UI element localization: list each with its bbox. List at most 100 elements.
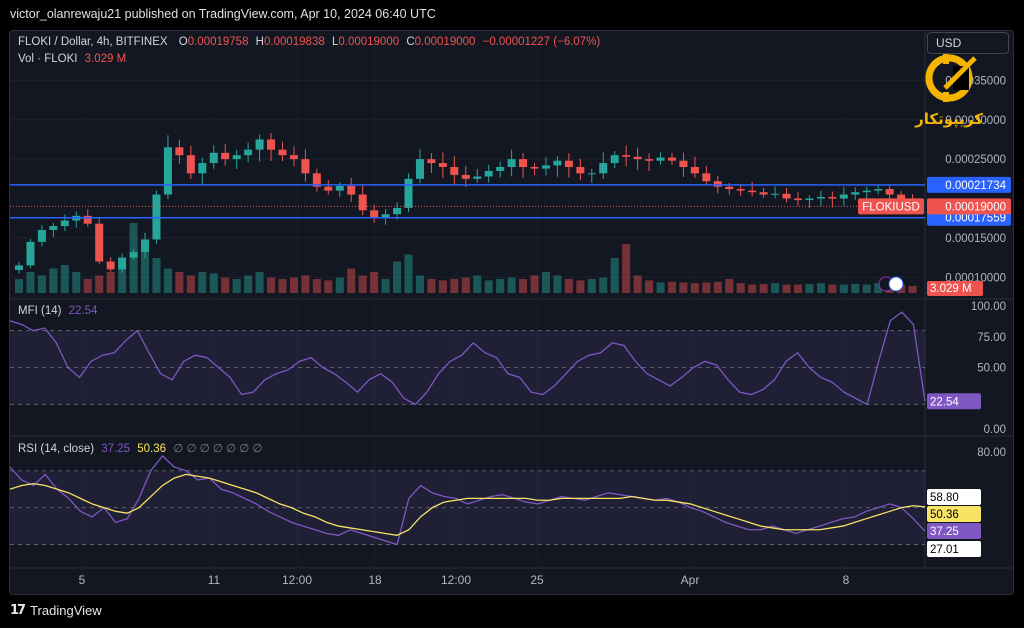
candle-body xyxy=(828,196,837,199)
chart-frame[interactable]: 0.00035000 0.00030000 0.00025000 0.00015000… xyxy=(9,30,1014,595)
candle-body xyxy=(427,159,436,164)
candle-body xyxy=(759,192,768,195)
volume-bar xyxy=(782,284,791,293)
volume-bar xyxy=(690,283,699,293)
candle-body xyxy=(599,163,608,174)
candle-body xyxy=(576,167,585,174)
volume-bar xyxy=(622,244,631,293)
watermark-coin-icon xyxy=(925,54,977,102)
candle-body xyxy=(885,189,894,195)
time-tick-label: 12:00 xyxy=(282,573,312,587)
symbol-label[interactable]: FLOKI / Dollar, 4h, BITFINEX xyxy=(18,36,168,48)
volume-bar xyxy=(95,275,104,293)
mfi-value-tag-label: 22.54 xyxy=(930,396,959,408)
mfi-label[interactable]: MFI (14) xyxy=(18,305,61,317)
candle-body xyxy=(129,252,138,258)
candle-body xyxy=(782,193,791,199)
volume-bar xyxy=(152,258,161,293)
rsi-label[interactable]: RSI (14, close) xyxy=(18,443,94,455)
volume-bar xyxy=(72,272,81,293)
level-price-label: 0.00017559 xyxy=(945,213,1006,225)
close-label: C xyxy=(406,36,415,48)
candle-body xyxy=(415,159,424,179)
candle-body xyxy=(289,155,298,160)
candle-body xyxy=(163,147,172,195)
volume-bar xyxy=(106,272,115,293)
volume-bar xyxy=(26,272,35,293)
volume-bar xyxy=(507,277,516,293)
candle-body xyxy=(26,241,35,266)
rsi-extra-values: ∅ ∅ ∅ ∅ ∅ ∅ ∅ xyxy=(173,443,263,455)
volume-bar xyxy=(828,284,837,293)
rsi-last-tag-label: 37.25 xyxy=(930,526,959,538)
level-price-label: 0.00021734 xyxy=(945,180,1006,192)
volume-bar xyxy=(60,265,69,293)
low-value: 0.00019000 xyxy=(338,36,400,48)
time-tick-label: 25 xyxy=(530,573,544,587)
volume-bar xyxy=(759,283,768,293)
brand-name: TradingView xyxy=(30,603,102,618)
volume-bar xyxy=(347,268,356,293)
price-pane xyxy=(10,133,925,293)
volume-bar xyxy=(427,279,436,293)
volume-bar xyxy=(244,275,253,293)
volume-tag-label: 3.029 M xyxy=(930,283,972,295)
volume-bar xyxy=(610,258,619,293)
volume-bar xyxy=(324,280,333,293)
candle-body xyxy=(381,214,390,218)
volume-bar xyxy=(175,272,184,293)
candle-body xyxy=(610,155,619,164)
volume-bar xyxy=(438,280,447,293)
volume-bar xyxy=(587,279,596,293)
watermark-logo: کریپوتکار xyxy=(905,48,993,138)
candle-body xyxy=(507,159,516,167)
change-value: −0.00001227 (−6.07%) xyxy=(482,36,601,48)
volume-bar xyxy=(312,279,321,293)
rsi-ma-tag-label: 50.36 xyxy=(930,509,959,521)
volume-bar xyxy=(530,275,539,293)
high-label: H xyxy=(255,36,264,48)
candle-body xyxy=(553,160,562,166)
chart-canvas[interactable]: 0.000350000.000300000.000250000.00015000… xyxy=(10,31,1013,594)
candle-body xyxy=(713,181,722,187)
rsi-legend: RSI (14, close) 37.25 50.36 ∅ ∅ ∅ ∅ ∅ ∅ … xyxy=(18,441,263,455)
volume-bar xyxy=(198,272,207,293)
time-axis: 5 11 12:00 18 12:00 25 Apr 8 xyxy=(79,573,850,587)
volume-bar xyxy=(37,275,46,293)
volume-bar xyxy=(450,279,459,293)
price-tick-label: 0.00025000 xyxy=(945,154,1006,166)
candle-body xyxy=(622,155,631,157)
volume-bar xyxy=(839,284,848,293)
candle-body xyxy=(198,163,207,174)
volume-label[interactable]: Vol · FLOKI xyxy=(18,53,77,65)
candle-body xyxy=(805,198,814,201)
candle-body xyxy=(141,239,150,253)
candle-body xyxy=(301,159,310,174)
candle-body xyxy=(690,167,699,174)
candle-body xyxy=(267,139,276,150)
candle-body xyxy=(473,176,482,179)
volume-bar xyxy=(381,279,390,293)
candle-body xyxy=(95,223,104,262)
rsi-tick-label: 80.00 xyxy=(977,447,1006,459)
candle-body xyxy=(324,186,333,191)
mfi-value: 22.54 xyxy=(68,305,98,317)
volume-bar xyxy=(679,282,688,293)
volume-bar xyxy=(404,254,413,293)
candle-body xyxy=(49,226,58,230)
candle-body xyxy=(404,178,413,208)
footer-brand[interactable]: 17 TradingView xyxy=(10,603,102,618)
volume-bar xyxy=(816,283,825,293)
candle-body xyxy=(106,261,115,270)
candle-body xyxy=(633,156,642,160)
volume-bar xyxy=(656,282,665,293)
high-value: 0.00019838 xyxy=(263,36,325,48)
candle-body xyxy=(370,210,379,218)
volume-bar xyxy=(862,284,871,293)
volume-bar xyxy=(473,275,482,293)
volume-bar xyxy=(301,275,310,293)
candle-body xyxy=(816,196,825,199)
volume-bar xyxy=(553,275,562,293)
volume-bar xyxy=(15,279,24,293)
volume-bar xyxy=(667,281,676,293)
